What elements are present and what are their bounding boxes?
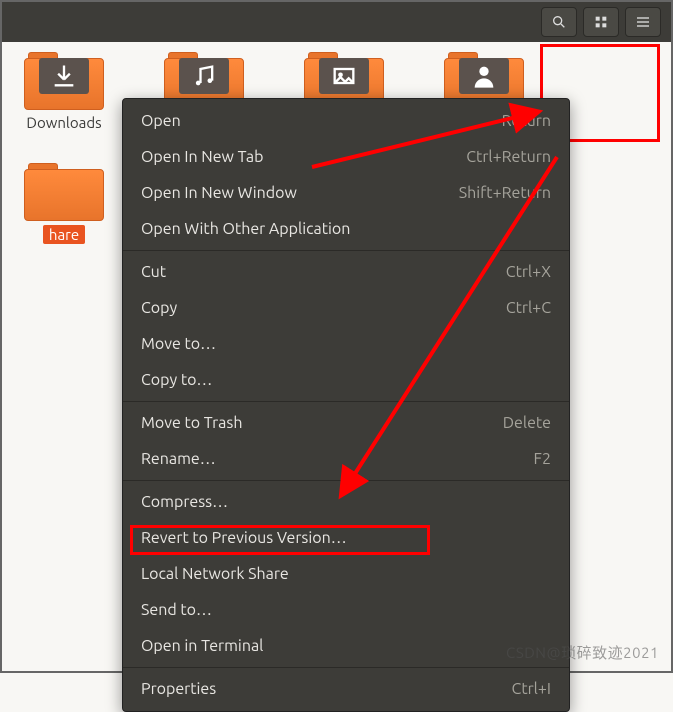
download-icon xyxy=(39,58,89,94)
list-icon xyxy=(593,14,609,30)
folder-label: hare xyxy=(43,225,85,244)
music-icon xyxy=(179,58,229,94)
menu-icon xyxy=(635,14,651,30)
folder-label: Downloads xyxy=(26,114,101,131)
menu-local-network-share[interactable]: Local Network Share xyxy=(123,556,569,592)
menu-move-to-trash[interactable]: Move to TrashDelete xyxy=(123,405,569,441)
annotation-box-menu xyxy=(130,525,430,555)
menu-open-with[interactable]: Open With Other Application xyxy=(123,211,569,247)
watermark: CSDN@琐碎致迹2021 xyxy=(506,642,659,663)
separator xyxy=(123,480,569,481)
search-button[interactable] xyxy=(541,7,577,37)
menu-send-to[interactable]: Send to… xyxy=(123,592,569,628)
toolbar xyxy=(2,2,671,42)
folder-downloads[interactable]: Downloads xyxy=(14,50,114,131)
separator xyxy=(123,401,569,402)
menu-open-new-window[interactable]: Open In New WindowShift+Return xyxy=(123,175,569,211)
user-icon xyxy=(459,58,509,94)
view-list-button[interactable] xyxy=(583,7,619,37)
separator xyxy=(123,250,569,251)
search-icon xyxy=(551,14,567,30)
menu-open[interactable]: OpenReturn xyxy=(123,103,569,139)
menu-open-terminal[interactable]: Open in Terminal xyxy=(123,628,569,664)
menu-copy-to[interactable]: Copy to… xyxy=(123,362,569,398)
menu-move-to[interactable]: Move to… xyxy=(123,326,569,362)
folder-share[interactable]: hare xyxy=(14,161,114,244)
separator xyxy=(123,667,569,668)
menu-properties[interactable]: PropertiesCtrl+I xyxy=(123,671,569,707)
menu-copy[interactable]: CopyCtrl+C xyxy=(123,290,569,326)
pictures-icon xyxy=(319,58,369,94)
menu-open-new-tab[interactable]: Open In New TabCtrl+Return xyxy=(123,139,569,175)
menu-rename[interactable]: Rename…F2 xyxy=(123,441,569,477)
menu-cut[interactable]: CutCtrl+X xyxy=(123,254,569,290)
view-menu-button[interactable] xyxy=(625,7,661,37)
menu-compress[interactable]: Compress… xyxy=(123,484,569,520)
context-menu: OpenReturn Open In New TabCtrl+Return Op… xyxy=(122,98,570,712)
